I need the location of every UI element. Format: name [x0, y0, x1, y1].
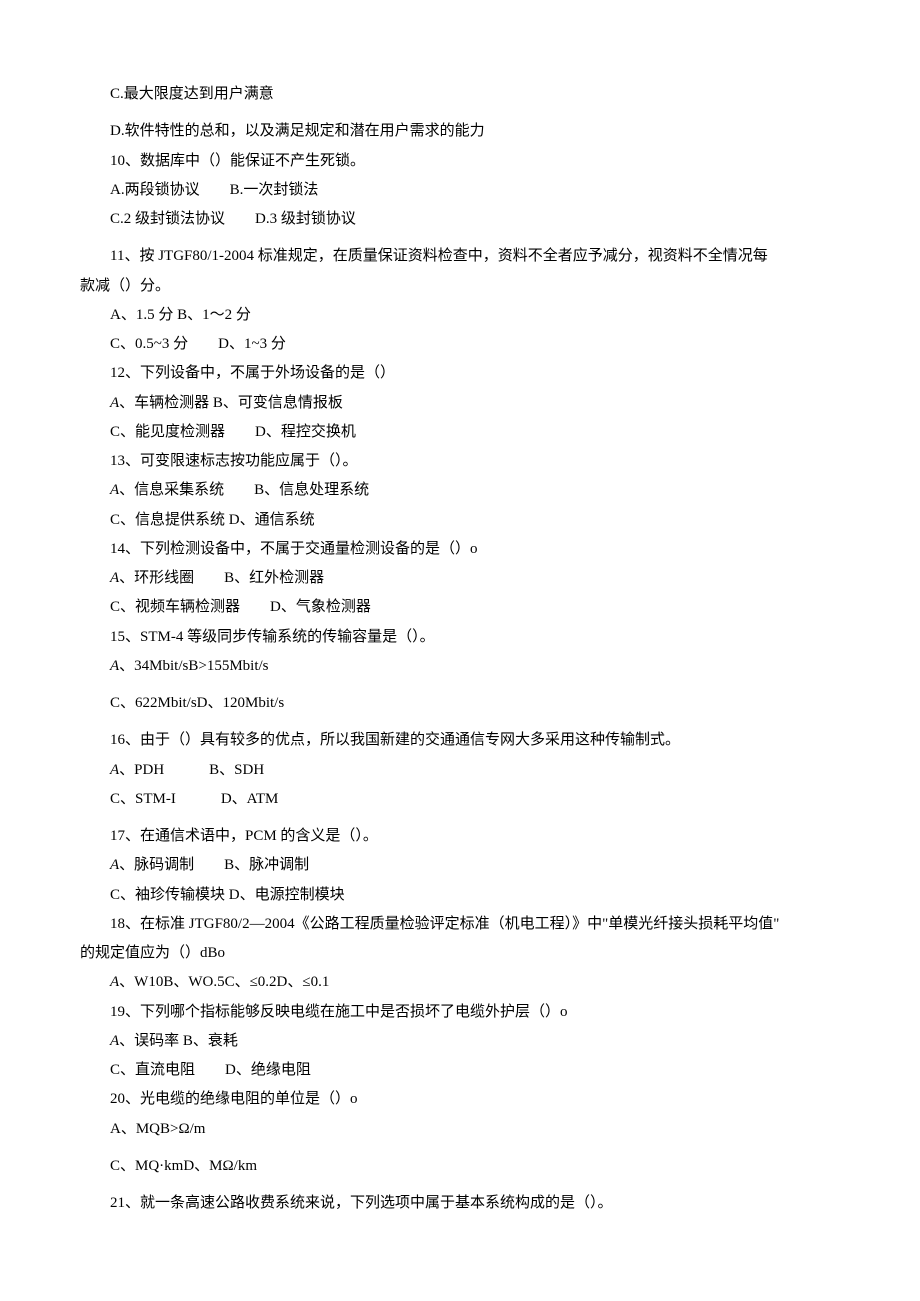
text-line: A、脉码调制 B、脉冲调制	[80, 851, 840, 880]
text-line: 17、在通信术语中，PCM 的含义是（）。	[80, 822, 840, 851]
text-line: 款减（）分。	[80, 272, 840, 301]
text-line: C、视频车辆检测器 D、气象检测器	[80, 593, 840, 622]
text-line: A、1.5 分 B、1～2 分	[80, 301, 840, 330]
text-line: 20、光电缆的绝缘电阻的单位是（）o	[80, 1085, 840, 1114]
text-line: C、直流电阻 D、绝缘电阻	[80, 1056, 840, 1085]
paragraph-spacer	[80, 718, 840, 726]
paragraph-spacer	[80, 109, 840, 117]
text-line: C.最大限度达到用户满意	[80, 80, 840, 109]
text-line: 18、在标准 JTGF80/2—2004《公路工程质量检验评定标准（机电工程）》…	[80, 910, 840, 939]
text-line: 11、按 JTGF80/1-2004 标准规定，在质量保证资料检查中，资料不全者…	[80, 242, 840, 271]
text-line: C.2 级封锁法协议 D.3 级封锁协议	[80, 205, 840, 234]
text-line: C、能见度检测器 D、程控交换机	[80, 418, 840, 447]
text-line: C、MQ·kmD、MΩ/km	[80, 1152, 840, 1181]
text-line: C、622Mbit/sD、120Mbit/s	[80, 689, 840, 718]
text-line: A、W10B、WO.5C、≤0.2D、≤0.1	[80, 968, 840, 997]
text-line: 12、下列设备中，不属于外场设备的是（）	[80, 359, 840, 388]
text-line: A.两段锁协议 B.一次封锁法	[80, 176, 840, 205]
text-line: 21、就一条高速公路收费系统来说，下列选项中属于基本系统构成的是（）。	[80, 1189, 840, 1218]
text-line: 15、STM-4 等级同步传输系统的传输容量是（）。	[80, 623, 840, 652]
text-line: C、0.5~3 分 D、1~3 分	[80, 330, 840, 359]
text-line: A、信息采集系统 B、信息处理系统	[80, 476, 840, 505]
paragraph-spacer	[80, 1181, 840, 1189]
text-line: D.软件特性的总和，以及满足规定和潜在用户需求的能力	[80, 117, 840, 146]
document-page: C.最大限度达到用户满意 D.软件特性的总和，以及满足规定和潜在用户需求的能力10…	[0, 0, 920, 1301]
text-line: A、PDH B、SDH	[80, 756, 840, 785]
paragraph-spacer	[80, 234, 840, 242]
text-line: 的规定值应为（）dBo	[80, 939, 840, 968]
paragraph-spacer	[80, 814, 840, 822]
text-line: 10、数据库中（）能保证不产生死锁。	[80, 147, 840, 176]
text-line: C、袖珍传输模块 D、电源控制模块	[80, 881, 840, 910]
paragraph-spacer	[80, 681, 840, 689]
text-line: C、STM-I D、ATM	[80, 785, 840, 814]
text-line: A、车辆检测器 B、可变信息情报板	[80, 389, 840, 418]
paragraph-spacer	[80, 1144, 840, 1152]
text-line: C、信息提供系统 D、通信系统	[80, 506, 840, 535]
text-line: 14、下列检测设备中，不属于交通量检测设备的是（）o	[80, 535, 840, 564]
text-line: 19、下列哪个指标能够反映电缆在施工中是否损坏了电缆外护层（）o	[80, 998, 840, 1027]
text-line: A、34Mbit/sB>155Mbit/s	[80, 652, 840, 681]
text-line: A、环形线圈 B、红外检测器	[80, 564, 840, 593]
text-line: 13、可变限速标志按功能应属于（）。	[80, 447, 840, 476]
text-line: A、误码率 B、衰耗	[80, 1027, 840, 1056]
text-line: 16、由于（）具有较多的优点，所以我国新建的交通通信专网大多采用这种传输制式。	[80, 726, 840, 755]
text-line: A、MQB>Ω/m	[80, 1115, 840, 1144]
